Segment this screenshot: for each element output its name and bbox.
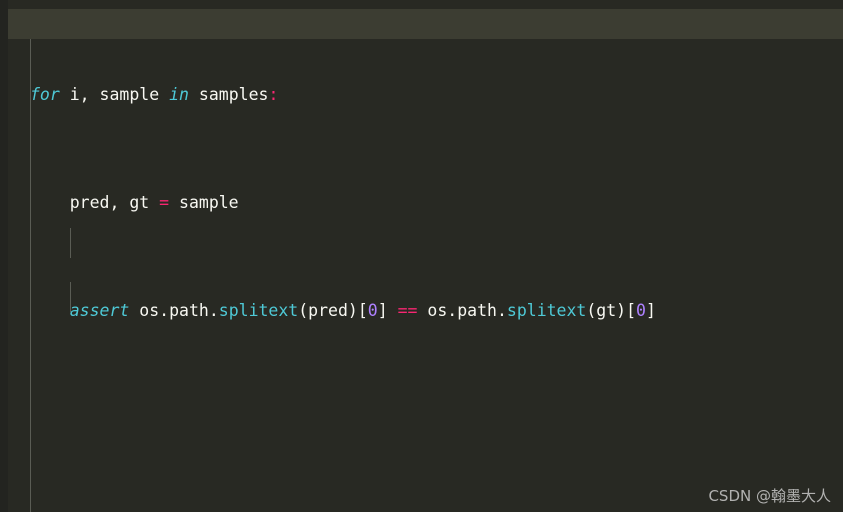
assign-operator: = xyxy=(159,193,170,212)
number-zero-1: 0 xyxy=(367,301,378,320)
code-line-1[interactable]: for i, sample in samples: xyxy=(0,81,843,108)
assign-rhs: sample xyxy=(169,193,239,212)
expr-a: os.path. xyxy=(129,301,219,320)
expr-c: ] xyxy=(377,301,398,320)
code-line-2[interactable]: pred, gt = sample xyxy=(0,189,843,216)
expr-b: (pred)[ xyxy=(298,301,368,320)
loop-vars: i, sample xyxy=(59,85,170,104)
fn-splitext-1: splitext xyxy=(218,301,299,320)
editor-gutter xyxy=(0,0,8,512)
code-line-4-blank[interactable] xyxy=(0,405,843,432)
assign-lhs: pred, gt xyxy=(30,193,160,212)
code-editor[interactable]: for i, sample in samples: pred, gt = sam… xyxy=(0,0,843,512)
expr-e: (gt)[ xyxy=(586,301,637,320)
keyword-for: for xyxy=(30,85,60,104)
expr-d: os.path. xyxy=(417,301,507,320)
number-zero-2: 0 xyxy=(636,301,646,320)
indent-3 xyxy=(30,301,70,320)
equality-operator: == xyxy=(397,301,418,320)
keyword-assert: assert xyxy=(69,301,130,320)
code-line-3[interactable]: assert os.path.splitext(pred)[0] == os.p… xyxy=(0,297,843,324)
keyword-in: in xyxy=(169,85,189,104)
fn-splitext-2: splitext xyxy=(506,301,587,320)
colon-operator: : xyxy=(268,85,279,104)
code-content[interactable]: for i, sample in samples: pred, gt = sam… xyxy=(0,0,843,512)
iterable-samples: samples xyxy=(188,85,269,104)
expr-f: ] xyxy=(645,301,656,320)
